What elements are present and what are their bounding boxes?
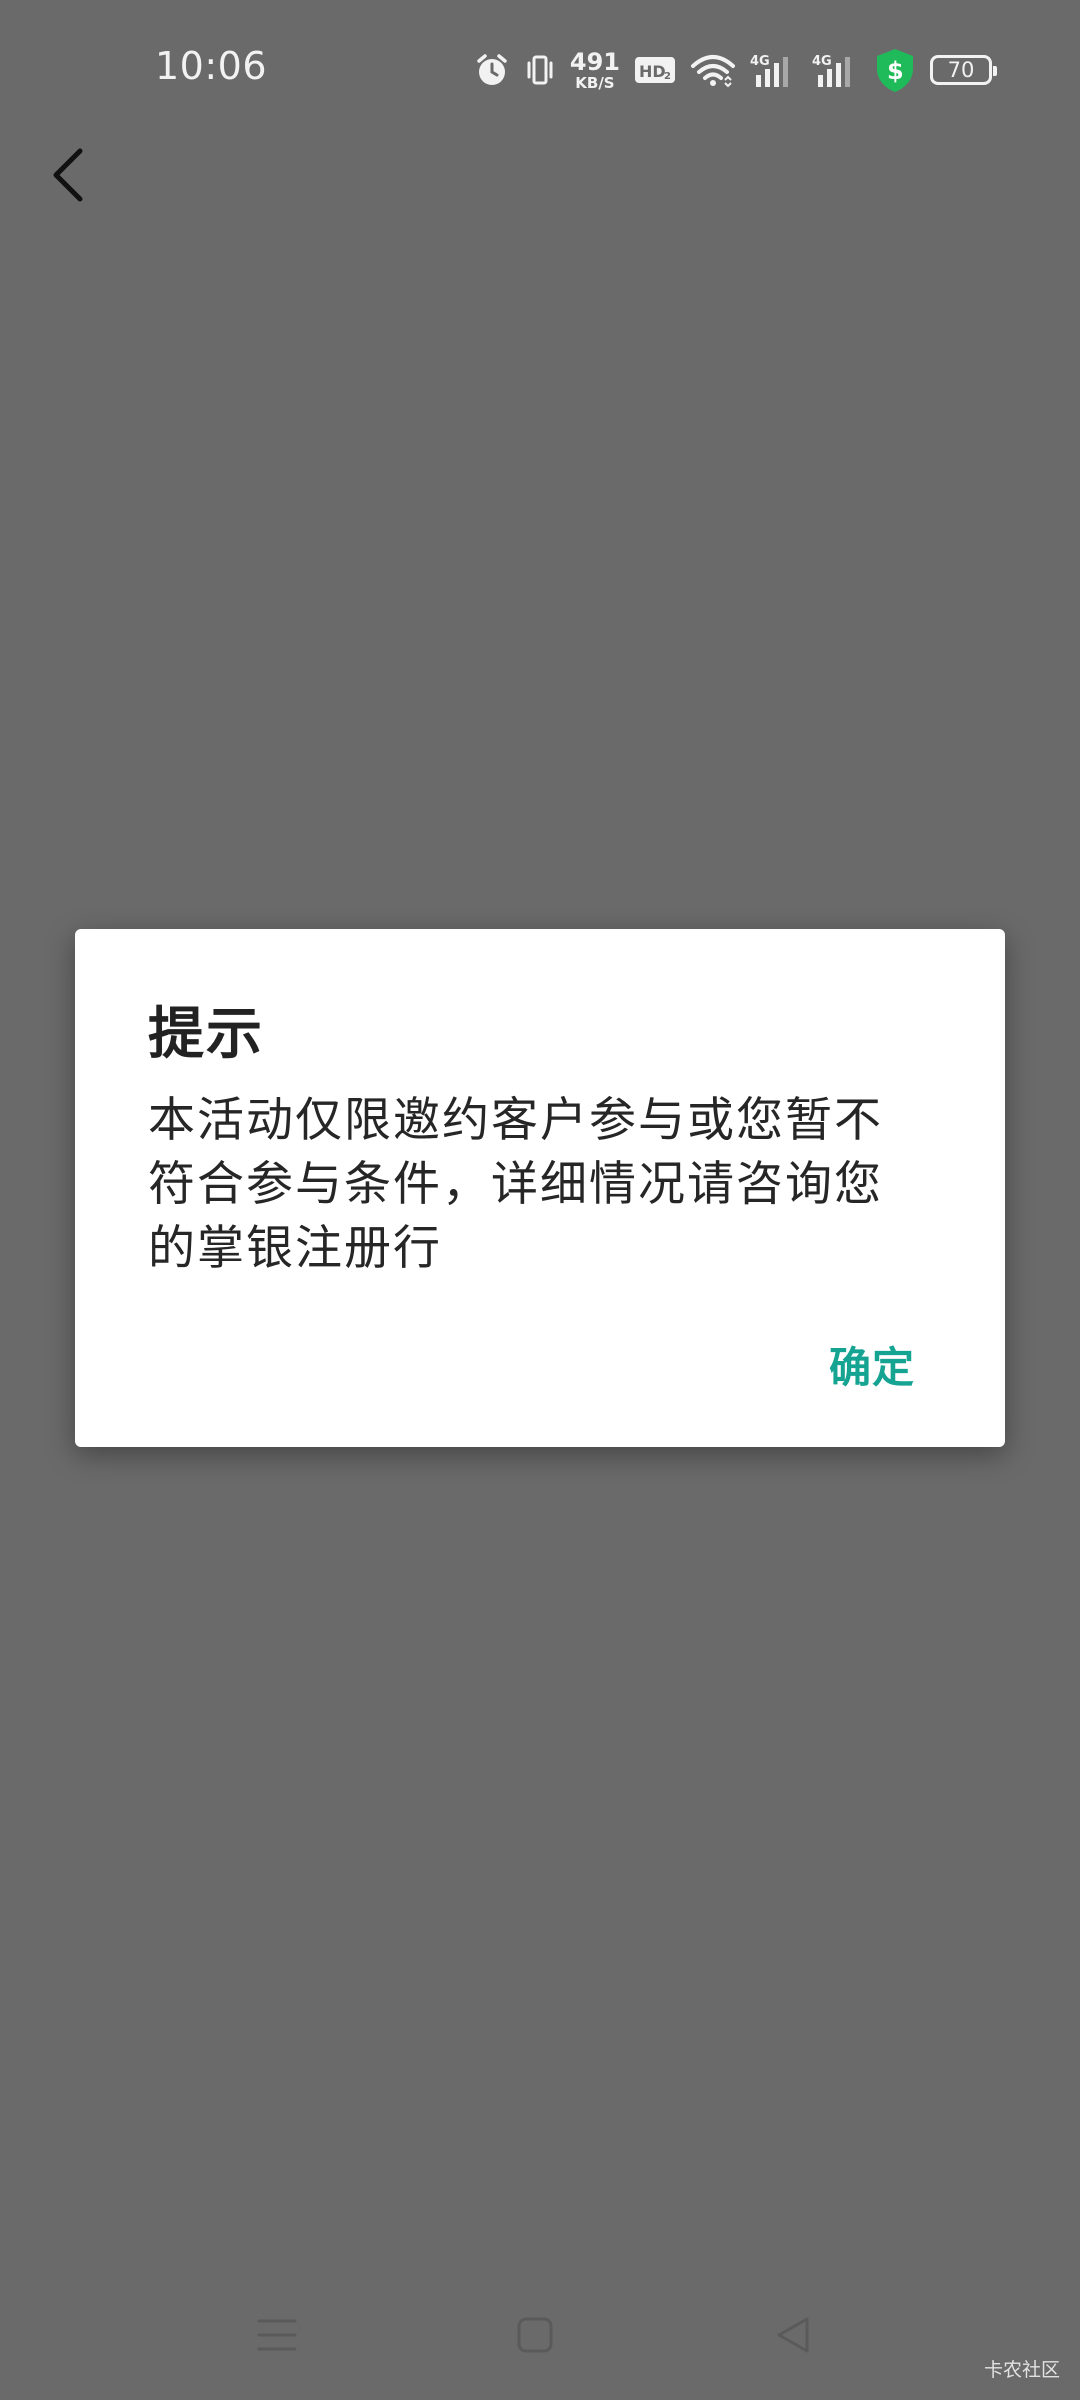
confirm-button[interactable]: 确定 xyxy=(829,1334,915,1395)
battery-icon: 70 xyxy=(930,55,997,85)
signal-icon: 4G xyxy=(750,51,798,89)
chevron-left-icon xyxy=(53,148,83,202)
hd-label: HD xyxy=(639,62,666,81)
status-time: 10:06 xyxy=(155,44,268,88)
hd-sub: 2 xyxy=(664,71,671,82)
security-shield-icon: $ xyxy=(874,47,916,93)
menu-icon xyxy=(257,2319,297,2351)
battery-level: 70 xyxy=(947,58,975,82)
hd-voice-icon: HD 2 xyxy=(634,55,676,85)
network-speed-value: 491 xyxy=(569,47,620,76)
back-button[interactable] xyxy=(38,140,98,210)
nav-back-button[interactable] xyxy=(763,2305,823,2365)
alarm-icon xyxy=(474,52,510,88)
vibrate-icon xyxy=(524,53,556,87)
back-triangle-icon xyxy=(777,2317,809,2353)
recent-apps-button[interactable] xyxy=(247,2305,307,2365)
sim2-label: 4G xyxy=(812,54,832,69)
network-speed: 491 KB/S xyxy=(570,50,620,91)
status-bar: 10:06 491 KB/S HD 2 4G 4G $ 70 xyxy=(0,0,1080,140)
watermark: 卡农社区 xyxy=(983,2359,1060,2381)
screen: 10:06 491 KB/S HD 2 4G 4G $ 70 提示 本活动仅限邀… xyxy=(0,0,1080,2400)
dialog-message: 本活动仅限邀约客户参与或您暂不符合参与条件，详细情况请咨询您的掌银注册行 xyxy=(148,1093,883,1276)
signal-icon: 4G xyxy=(812,51,860,89)
dialog-title: 提示 xyxy=(148,1002,264,1067)
wifi-icon xyxy=(690,52,736,88)
home-square-icon xyxy=(517,2317,553,2353)
sim1-label: 4G xyxy=(750,54,770,69)
network-speed-unit: KB/S xyxy=(575,73,615,92)
home-button[interactable] xyxy=(505,2305,565,2365)
svg-text:$: $ xyxy=(887,57,904,85)
status-icons: 491 KB/S HD 2 4G 4G $ 70 xyxy=(474,44,997,96)
navigation-bar xyxy=(0,2290,1080,2380)
alert-dialog: 提示 本活动仅限邀约客户参与或您暂不符合参与条件，详细情况请咨询您的掌银注册行 … xyxy=(75,929,1005,1447)
